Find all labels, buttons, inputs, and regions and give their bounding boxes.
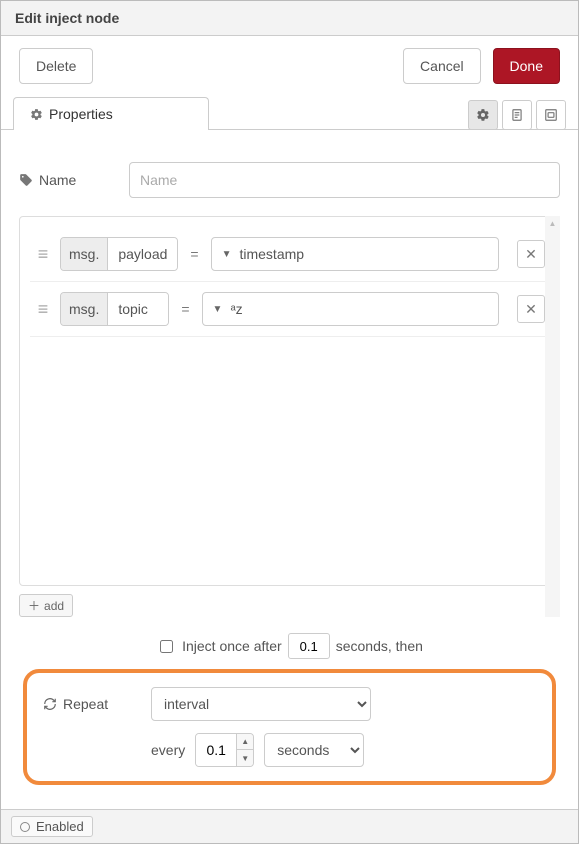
- remove-row-button[interactable]: ✕: [517, 240, 545, 268]
- close-icon: ✕: [525, 246, 537, 263]
- name-row: Name: [19, 162, 560, 198]
- caret-down-icon: ▼: [222, 249, 232, 260]
- property-row: ≡ msg. payload = ▼ timestamp ✕: [30, 227, 549, 282]
- caret-down-icon: ▼: [213, 304, 223, 315]
- tag-icon: [19, 173, 33, 187]
- repeat-label: Repeat: [43, 696, 139, 712]
- property-value-select[interactable]: ▼ timestamp: [211, 237, 499, 271]
- enabled-toggle[interactable]: Enabled: [11, 816, 93, 837]
- repeat-mode-select[interactable]: interval: [151, 687, 371, 721]
- tab-properties[interactable]: Properties: [13, 97, 209, 130]
- repeat-interval-row: every ▲ ▼ seconds: [43, 733, 536, 767]
- property-key-select[interactable]: msg. payload: [60, 237, 178, 271]
- dialog-title: Edit inject node: [1, 1, 578, 36]
- edit-inject-dialog: Edit inject node Delete Cancel Done Prop…: [0, 0, 579, 844]
- name-label: Name: [19, 172, 119, 188]
- plus-icon: ＋: [28, 597, 40, 614]
- inject-once-delay-input[interactable]: [288, 633, 330, 659]
- drag-handle-icon[interactable]: ≡: [34, 245, 52, 263]
- node-appearance-button[interactable]: [536, 100, 566, 130]
- name-input[interactable]: [129, 162, 560, 198]
- document-icon: [510, 108, 524, 122]
- inject-once-label-after: seconds, then: [336, 638, 423, 654]
- node-settings-button[interactable]: [468, 100, 498, 130]
- tab-properties-label: Properties: [49, 106, 113, 122]
- refresh-icon: [43, 697, 57, 711]
- cancel-button[interactable]: Cancel: [403, 48, 481, 84]
- repeat-section-highlight: Repeat interval every ▲ ▼ seconds: [23, 669, 556, 785]
- tabs-row: Properties: [1, 96, 578, 130]
- gear-icon: [476, 108, 490, 122]
- repeat-row: Repeat interval: [43, 687, 536, 721]
- enabled-indicator-icon: [20, 822, 30, 832]
- list-scrollbar[interactable]: ▲: [545, 216, 560, 586]
- drag-handle-icon[interactable]: ≡: [34, 300, 52, 318]
- add-row-button[interactable]: ＋ add: [19, 594, 73, 617]
- scroll-up-icon: ▲: [545, 216, 560, 230]
- interval-value-stepper[interactable]: ▲ ▼: [195, 733, 254, 767]
- property-value-select[interactable]: ▼ ᵃz: [202, 292, 499, 326]
- property-key-select[interactable]: msg. topic: [60, 292, 169, 326]
- dialog-action-bar: Delete Cancel Done: [1, 36, 578, 96]
- equals-label: =: [186, 246, 202, 262]
- properties-list: ≡ msg. payload = ▼ timestamp ✕ ≡: [19, 216, 560, 586]
- layout-icon: [544, 108, 558, 122]
- gear-icon: [30, 108, 43, 121]
- interval-units-select[interactable]: seconds: [264, 733, 364, 767]
- interval-value-input[interactable]: [196, 734, 236, 766]
- every-label: every: [151, 742, 185, 758]
- equals-label: =: [177, 301, 193, 317]
- stepper-up-icon[interactable]: ▲: [237, 734, 253, 750]
- properties-panel: Name ≡ msg. payload = ▼ timestamp: [1, 130, 578, 808]
- dialog-footer: Enabled: [1, 809, 578, 843]
- node-description-button[interactable]: [502, 100, 532, 130]
- inject-once-label-before: Inject once after: [182, 638, 282, 654]
- stepper-down-icon[interactable]: ▼: [237, 750, 253, 766]
- inject-once-row: Inject once after seconds, then: [19, 633, 560, 659]
- tab-tools: [464, 99, 566, 129]
- remove-row-button[interactable]: ✕: [517, 295, 545, 323]
- done-button[interactable]: Done: [493, 48, 560, 84]
- inject-once-checkbox[interactable]: [160, 640, 173, 653]
- delete-button[interactable]: Delete: [19, 48, 93, 84]
- property-row: ≡ msg. topic = ▼ ᵃz ✕: [30, 282, 549, 337]
- close-icon: ✕: [525, 301, 537, 318]
